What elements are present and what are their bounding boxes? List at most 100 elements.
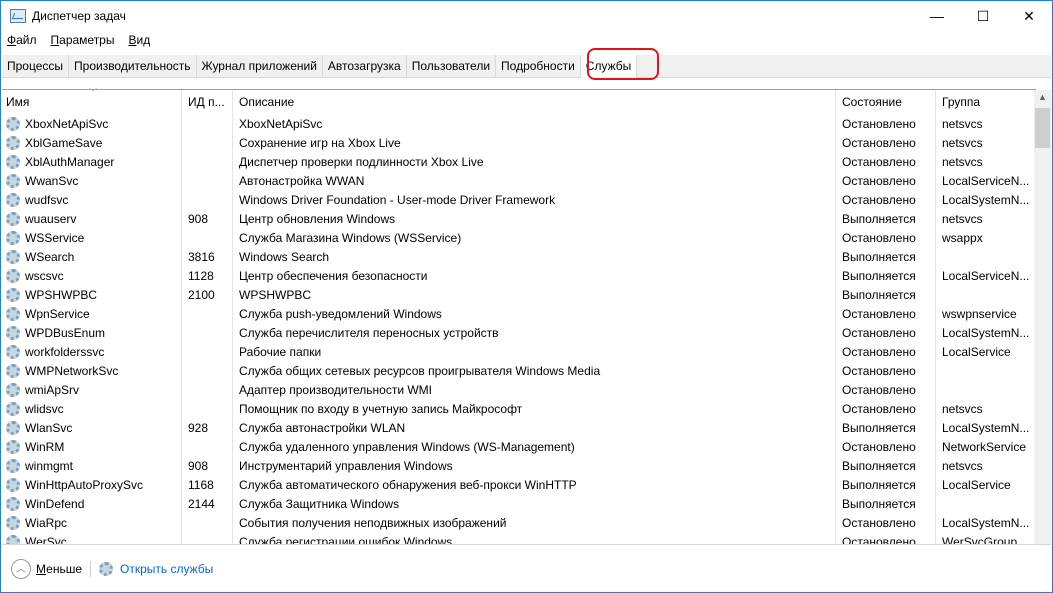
service-gear-icon [6,173,20,188]
service-gear-icon [6,477,20,492]
cell-status: Остановлено [836,532,936,544]
tab-4[interactable]: Пользователи [407,55,497,78]
cell-text: Служба автоматического обнаружения веб-п… [239,477,577,492]
fewer-details-button[interactable]: Меньше [36,562,82,576]
scrollbar-thumb[interactable] [1035,108,1050,148]
service-gear-icon [6,515,20,530]
cell-text: LocalService [942,477,1011,492]
cell-description: Адаптер производительности WMI [233,380,836,399]
cell-text: Выполняется [842,477,916,492]
chevron-up-icon[interactable]: ︿ [11,559,31,579]
cell-text: Выполняется [842,287,916,302]
cell-description: Служба Магазина Windows (WSService) [233,228,836,247]
table-row[interactable]: WPDBusEnum Служба перечислителя переносны… [2,323,1036,342]
table-row[interactable]: XblAuthManager Диспетчер проверки подлинн… [2,152,1036,171]
service-gear-icon [6,154,20,169]
column-header-status[interactable]: Состояние [836,90,936,114]
menu-options[interactable]: Параметры [51,33,115,47]
table-row[interactable]: workfolderssvc Рабочие папки Остановлено Lo… [2,342,1036,361]
cell-text: 2100 [188,287,215,302]
cell-pid [182,152,233,171]
menu-view[interactable]: Вид [128,33,150,47]
cell-name: WerSvc [2,532,182,544]
table-row[interactable]: WlanSvc 928 Служба автонастройки WLAN Выпол… [2,418,1036,437]
cell-name: WSService [2,228,182,247]
cell-name: workfolderssvc [2,342,182,361]
cell-text: XboxNetApiSvc [239,116,323,131]
cell-group: LocalServiceN... [936,171,1036,190]
tab-0[interactable]: Процессы [2,55,70,78]
service-gear-icon [6,382,20,397]
cell-text: LocalService [942,344,1011,359]
cell-text: workfolderssvc [25,344,105,359]
cell-text: 908 [188,458,209,473]
minimize-button[interactable]: — [914,1,960,31]
service-gear-icon [6,306,20,321]
cell-text: Остановлено [842,325,916,340]
cell-group [936,361,1036,380]
cell-status: Выполняется [836,456,936,475]
table-row[interactable]: wmiApSrv Адаптер производительности WMI Ос… [2,380,1036,399]
open-services-link[interactable]: Открыть службы [120,562,213,576]
tab-1[interactable]: Производительность [69,55,197,78]
table-row[interactable]: WwanSvc Автонастройка WWAN Остановлено Loca… [2,171,1036,190]
table-row[interactable]: WinRM Служба удаленного управления Window… [2,437,1036,456]
cell-group: wswpnservice [936,304,1036,323]
cell-description: Инструментарий управления Windows [233,456,836,475]
table-row[interactable]: WerSvc Служба регистрации ошибок Windows О… [2,532,1036,544]
table-row[interactable]: wuauserv 908 Центр обновления Windows Выпол… [2,209,1036,228]
column-header-description[interactable]: Описание [233,90,836,114]
cell-group: NetworkService [936,437,1036,456]
vertical-scrollbar[interactable]: ▲ [1034,90,1051,544]
cell-pid [182,342,233,361]
table-row[interactable]: WSService Служба Магазина Windows (WSServ… [2,228,1036,247]
column-header-name[interactable]: Имя [2,90,182,114]
cell-text: netsvcs [942,154,983,169]
table-row[interactable]: XboxNetApiSvc XboxNetApiSvc Остановлено net… [2,114,1036,133]
cell-text: Автонастройка WWAN [239,173,365,188]
table-row[interactable]: winmgmt 908 Инструментарий управления Wind… [2,456,1036,475]
tab-5[interactable]: Подробности [496,55,581,78]
cell-text: Остановлено [842,439,916,454]
table-row[interactable]: XblGameSave Сохранение игр на Xbox Live Ос… [2,133,1036,152]
table-row[interactable]: WinHttpAutoProxySvc 1168 Служба автоматиче… [2,475,1036,494]
service-gear-icon [6,534,20,544]
table-row[interactable]: WMPNetworkSvc Служба общих сетевых ресурс… [2,361,1036,380]
table-row[interactable]: wscsvc 1128 Центр обеспечения безопасности… [2,266,1036,285]
table-row[interactable]: WPSHWPBC 2100 WPSHWPBC Выполняется [2,285,1036,304]
scroll-up-icon[interactable]: ▲ [1034,92,1051,102]
cell-description: Служба регистрации ошибок Windows [233,532,836,544]
table-row[interactable]: WpnService Служба push-уведомлений Window… [2,304,1036,323]
cell-name: WiaRpc [2,513,182,532]
cell-name: XblAuthManager [2,152,182,171]
table-row[interactable]: WinDefend 2144 Служба Защитника Windows Вып… [2,494,1036,513]
cell-text: Сохранение игр на Xbox Live [239,135,401,150]
cell-text: Помощник по входу в учетную запись Майкр… [239,401,523,416]
cell-text: Остановлено [842,135,916,150]
gear-icon [99,562,113,576]
cell-text: Инструментарий управления Windows [239,458,453,473]
column-header-group[interactable]: Группа [936,90,1036,114]
column-header-pid[interactable]: ИД п... [182,90,233,114]
cell-name: wudfsvc [2,190,182,209]
window-title: Диспетчер задач [32,9,126,23]
cell-text: XboxNetApiSvc [25,116,109,131]
cell-pid [182,114,233,133]
close-button[interactable]: ✕ [1006,1,1052,31]
cell-group: LocalSystemN... [936,418,1036,437]
table-row[interactable]: WiaRpc События получения неподвижных изоб… [2,513,1036,532]
table-row[interactable]: wudfsvc Windows Driver Foundation - User-… [2,190,1036,209]
table-row[interactable]: WSearch 3816 Windows Search Выполняется [2,247,1036,266]
cell-text: wscsvc [25,268,64,283]
table-header: Имя ИД п... Описание Состояние Группа [2,90,1036,114]
menu-file[interactable]: Файл [7,33,37,47]
table-row[interactable]: wlidsvc Помощник по входу в учетную запис… [2,399,1036,418]
cell-text: Выполняется [842,496,916,511]
cell-text: Служба общих сетевых ресурсов проигрыват… [239,363,601,378]
cell-text: Центр обеспечения безопасности [239,268,428,283]
tab-3[interactable]: Автозагрузка [323,55,407,78]
cell-text: LocalServiceN... [942,268,1030,283]
maximize-button[interactable]: ☐ [960,1,1006,31]
tab-2[interactable]: Журнал приложений [197,55,323,78]
service-gear-icon [6,458,20,473]
